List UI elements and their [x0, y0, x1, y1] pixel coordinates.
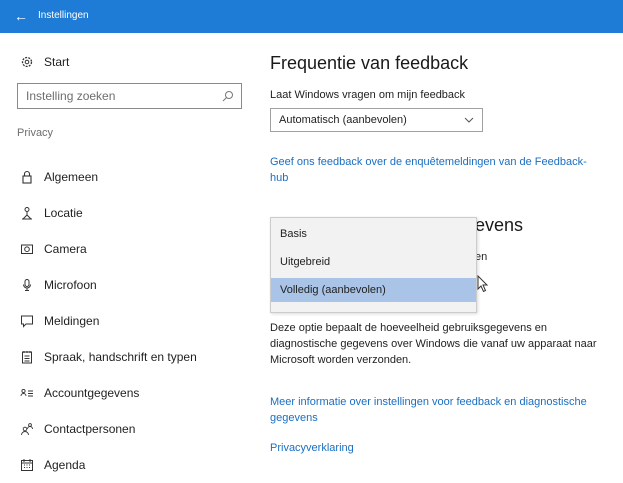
window-title: Instellingen: [38, 10, 89, 21]
microphone-icon: [20, 278, 34, 292]
sidebar-item-label: Accountgegevens: [44, 386, 140, 400]
sidebar-item-microfoon[interactable]: Microfoon: [0, 267, 250, 303]
sidebar-item-agenda[interactable]: Agenda: [0, 447, 250, 483]
privacy-statement-link[interactable]: Privacyverklaring: [270, 440, 354, 456]
sidebar-item-label: Meldingen: [44, 314, 100, 328]
dropdown-option[interactable]: Basis: [271, 222, 476, 246]
sidebar-item-label: Agenda: [44, 458, 86, 472]
lock-icon: [20, 170, 34, 184]
more-info-link-line: Meer informatie over instellingen voor f…: [270, 396, 587, 408]
location-person-icon: [20, 206, 34, 220]
dropdown-option-selected[interactable]: Volledig (aanbevolen): [271, 278, 476, 302]
account-info-icon: [20, 386, 34, 400]
sidebar-item-start[interactable]: Start: [20, 53, 69, 71]
frequency-dropdown-value: Automatisch (aanbevolen): [279, 114, 407, 126]
sidebar-item-spraak[interactable]: Spraak, handschrift en typen: [0, 339, 250, 375]
sidebar-item-label: Spraak, handschrift en typen: [44, 350, 197, 364]
dropdown-option[interactable]: Uitgebreid: [271, 250, 476, 274]
sidebar-item-label: Algemeen: [44, 170, 99, 184]
search-input[interactable]: [18, 84, 229, 108]
description-line: Microsoft worden verzonden.: [270, 354, 412, 366]
description-line: Deze optie bepaalt de hoeveelheid gebrui…: [270, 322, 548, 334]
sidebar-item-meldingen[interactable]: Meldingen: [0, 303, 250, 339]
sidebar-item-label: Start: [44, 55, 70, 69]
description-text: Deze optie bepaalt de hoeveelheid gebrui…: [270, 320, 610, 368]
sidebar-item-label: Microfoon: [44, 278, 97, 292]
frequency-dropdown[interactable]: Automatisch (aanbevolen): [270, 108, 483, 132]
message-icon: [20, 314, 34, 328]
feedback-link-line: Geef ons feedback over de enquêtemelding…: [270, 156, 587, 168]
main-content: Frequentie van feedback Laat Windows vra…: [270, 33, 623, 471]
sidebar-item-algemeen[interactable]: Algemeen: [0, 159, 250, 195]
more-info-link[interactable]: Meer informatie over instellingen voor f…: [270, 394, 587, 426]
page-title: Frequentie van feedback: [270, 53, 469, 73]
more-info-link-line: gegevens: [270, 412, 318, 424]
frequency-label: Laat Windows vragen om mijn feedback: [270, 89, 466, 101]
sidebar-item-label: Contactpersonen: [44, 422, 136, 436]
chevron-down-icon: [464, 115, 474, 125]
feedback-hub-link[interactable]: Geef ons feedback over de enquêtemelding…: [270, 154, 587, 186]
sidebar-item-label: Camera: [44, 242, 87, 256]
camera-icon: [20, 242, 34, 256]
back-arrow-icon[interactable]: ←: [14, 8, 28, 24]
notepad-icon: [20, 350, 34, 364]
feedback-link-line: hub: [270, 172, 289, 184]
sidebar-item-label: Locatie: [44, 206, 83, 220]
sidebar-item-contactpersonen[interactable]: Contactpersonen: [0, 411, 250, 447]
diagnostics-dropdown-list[interactable]: Basis Uitgebreid Volledig (aanbevolen): [270, 217, 477, 313]
section-heading-diagnostics: evens: [475, 215, 524, 235]
sidebar-item-camera[interactable]: Camera: [0, 231, 250, 267]
calendar-icon: [20, 458, 34, 472]
sidebar-item-locatie[interactable]: Locatie: [0, 195, 250, 231]
gear-icon: [20, 55, 34, 69]
sidebar: Start Privacy Algemeen Locatie Camera: [0, 33, 250, 472]
sidebar-item-accountgegevens[interactable]: Accountgegevens: [0, 375, 250, 411]
section-header-privacy: Privacy: [17, 127, 54, 139]
sidebar-nav: Algemeen Locatie Camera Microfoon Meldin…: [0, 159, 250, 483]
search-box[interactable]: [17, 83, 242, 109]
description-line: diagnostische gegevens over Windows die …: [270, 338, 597, 350]
title-bar: ← Instellingen: [0, 0, 623, 33]
search-icon[interactable]: [221, 89, 235, 103]
mouse-cursor-icon: [477, 275, 489, 293]
contacts-icon: [20, 422, 34, 436]
